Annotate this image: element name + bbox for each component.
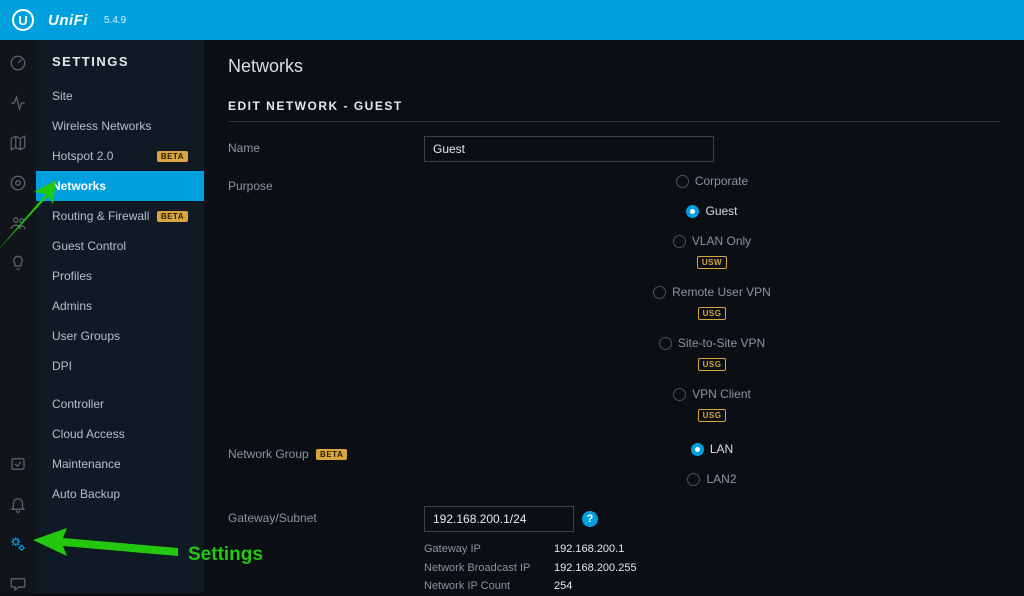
purpose-radio-vlan-only[interactable]: VLAN Only: [673, 234, 751, 248]
chat-icon[interactable]: [9, 575, 27, 593]
purpose-radio-corporate[interactable]: Corporate: [676, 174, 748, 188]
network-group-radio-lan[interactable]: LAN: [691, 442, 733, 456]
settings-icon[interactable]: [9, 535, 27, 553]
settings-item-cloud-access[interactable]: Cloud Access: [36, 419, 204, 449]
settings-item-routing-firewall[interactable]: Routing & FirewallBETA: [36, 201, 204, 231]
content-area: Networks EDIT NETWORK - GUEST Name Purpo…: [204, 40, 1024, 593]
gateway-label: Gateway/Subnet: [228, 506, 424, 525]
settings-item-hotspot-2-0[interactable]: Hotspot 2.0BETA: [36, 141, 204, 171]
info-row: Network Broadcast IP192.168.200.255: [424, 559, 1000, 578]
section-title: EDIT NETWORK - GUEST: [228, 99, 1000, 122]
brand-logo: U: [12, 9, 34, 31]
alerts-icon[interactable]: [9, 495, 27, 513]
settings-item-networks[interactable]: Networks: [36, 171, 204, 201]
settings-item-admins[interactable]: Admins: [36, 291, 204, 321]
settings-item-profiles[interactable]: Profiles: [36, 261, 204, 291]
nav-rail: [0, 40, 36, 593]
purpose-radio-guest[interactable]: Guest: [686, 204, 737, 218]
beta-badge: BETA: [157, 151, 188, 162]
purpose-radio-site-to-site-vpn[interactable]: Site-to-Site VPN: [659, 336, 765, 350]
network-group-radio-lan2[interactable]: LAN2: [687, 472, 736, 486]
events-icon[interactable]: [9, 455, 27, 473]
statistics-icon[interactable]: [9, 94, 27, 112]
network-group-label: Network Group BETA: [228, 442, 424, 461]
usg-badge: USG: [698, 358, 727, 371]
settings-heading: SETTINGS: [36, 54, 204, 81]
purpose-radio-vpn-client[interactable]: VPN Client: [673, 387, 751, 401]
settings-sidebar: SETTINGS SiteWireless NetworksHotspot 2.…: [36, 40, 204, 593]
name-label: Name: [228, 136, 424, 155]
dashboard-icon[interactable]: [9, 54, 27, 72]
insights-icon[interactable]: [9, 254, 27, 272]
version-label: 5.4.9: [104, 15, 126, 26]
usg-badge: USG: [698, 307, 727, 320]
usg-badge: USG: [698, 409, 727, 422]
settings-item-auto-backup[interactable]: Auto Backup: [36, 479, 204, 509]
brand-name: UniFi: [48, 12, 88, 29]
clients-icon[interactable]: [9, 214, 27, 232]
help-icon[interactable]: ?: [582, 511, 598, 527]
devices-icon[interactable]: [9, 174, 27, 192]
beta-badge: BETA: [157, 211, 188, 222]
info-row: Gateway IP192.168.200.1: [424, 540, 1000, 559]
usw-badge: USW: [697, 256, 727, 269]
settings-item-dpi[interactable]: DPI: [36, 351, 204, 381]
settings-item-controller[interactable]: Controller: [36, 389, 204, 419]
purpose-label: Purpose: [228, 174, 424, 193]
purpose-radio-remote-user-vpn[interactable]: Remote User VPN: [653, 285, 771, 299]
settings-item-wireless-networks[interactable]: Wireless Networks: [36, 111, 204, 141]
settings-item-site[interactable]: Site: [36, 81, 204, 111]
settings-item-guest-control[interactable]: Guest Control: [36, 231, 204, 261]
settings-item-user-groups[interactable]: User Groups: [36, 321, 204, 351]
page-title: Networks: [228, 56, 1000, 77]
beta-badge: BETA: [316, 449, 347, 460]
top-bar: U UniFi 5.4.9: [0, 0, 1024, 40]
settings-item-maintenance[interactable]: Maintenance: [36, 449, 204, 479]
info-row: Network IP Count254: [424, 577, 1000, 593]
map-icon[interactable]: [9, 134, 27, 152]
name-input[interactable]: [424, 136, 714, 162]
gateway-input[interactable]: [424, 506, 574, 532]
